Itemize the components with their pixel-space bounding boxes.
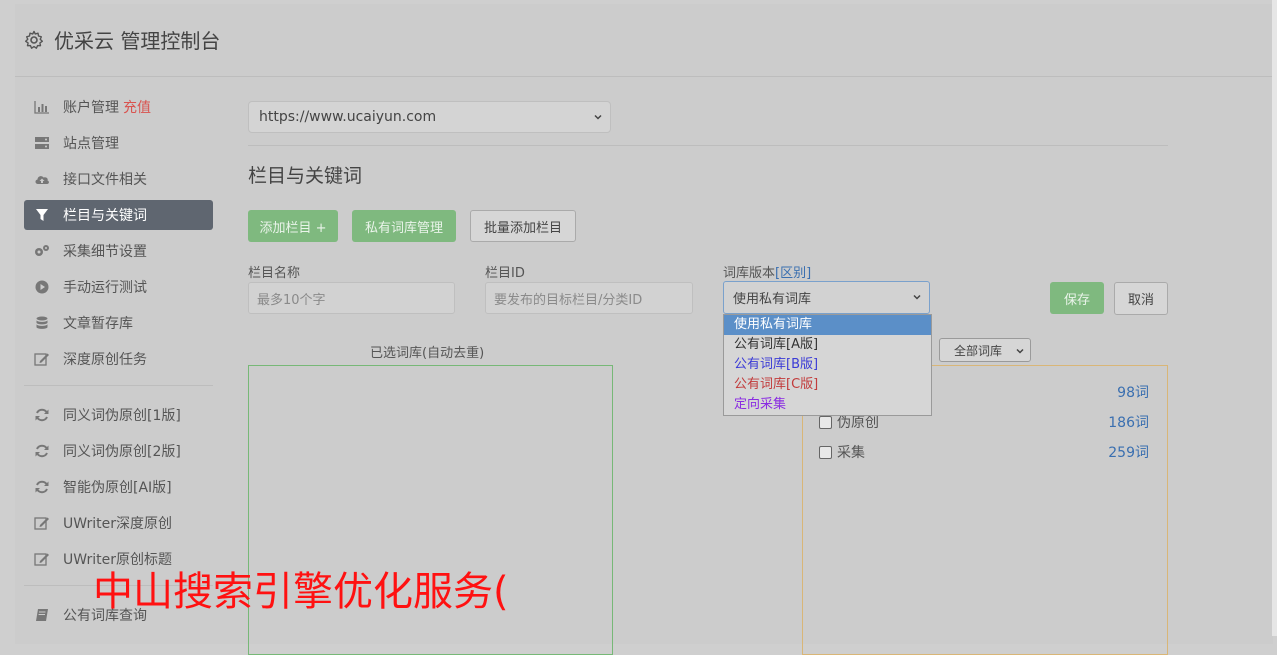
library-row-count: 259词 [1108, 445, 1149, 461]
sidebar-item-label: 采集细节设置 [63, 244, 147, 260]
library-checkbox[interactable] [819, 415, 832, 429]
site-select-value: https://www.ucaiyun.com [259, 109, 437, 125]
sidebar-item-article-store[interactable]: 文章暂存库 [24, 308, 213, 338]
recharge-link[interactable]: 充值 [123, 97, 151, 117]
sidebar-item-synonym-v1[interactable]: 同义词伪原创[1版] [24, 400, 213, 430]
dropdown-option-targeted[interactable]: 定向采集 [724, 395, 931, 415]
difference-link[interactable]: [区别] [775, 266, 811, 281]
divider [248, 145, 1168, 146]
cloud-upload-icon [34, 171, 50, 187]
app-title: 优采云 管理控制台 [54, 29, 221, 53]
site-select[interactable]: https://www.ucaiyun.com [248, 101, 611, 133]
sidebar-item-uwriter-deep[interactable]: UWriter深度原创 [24, 508, 213, 538]
dropdown-option-public-c[interactable]: 公有词库[C版] [724, 375, 931, 395]
library-row-count: 186词 [1108, 415, 1149, 431]
brand: 优采云 管理控制台 [24, 25, 220, 54]
sidebar-item-label: 同义词伪原创[1版] [63, 408, 181, 424]
server-icon [34, 135, 50, 151]
sidebar-item-label: 文章暂存库 [63, 316, 133, 332]
sidebar-item-interface[interactable]: 接口文件相关 [24, 164, 213, 194]
sidebar-item-sites[interactable]: 站点管理 [24, 128, 213, 158]
sidebar-item-collect-settings[interactable]: 采集细节设置 [24, 236, 213, 266]
sidebar-item-deep-original[interactable]: 深度原创任务 [24, 344, 213, 374]
refresh-icon [34, 479, 50, 495]
column-name-label: 栏目名称 [248, 266, 301, 281]
selected-library-label: 已选词库(自动去重) [370, 346, 485, 361]
filter-icon [34, 207, 50, 223]
save-button[interactable]: 保存 [1050, 282, 1104, 314]
sidebar-item-synonym-v2[interactable]: 同义词伪原创[2版] [24, 436, 213, 466]
sidebar-item-label: 手动运行测试 [63, 280, 147, 296]
sidebar-item-label: 账户管理 [63, 100, 119, 116]
sidebar-item-label: 栏目与关键词 [63, 208, 147, 224]
library-version-dropdown: 使用私有词库 公有词库[A版] 公有词库[B版] 公有词库[C版] 定向采集 [723, 314, 932, 416]
sidebar-item-account[interactable]: 账户管理 充值 [24, 92, 213, 122]
library-row-count: 98词 [1117, 385, 1149, 401]
library-filter-select[interactable]: 全部词库 [939, 338, 1031, 362]
watermark-text: 中山搜索引擎优化服务( [93, 569, 509, 615]
cancel-button[interactable]: 取消 [1114, 282, 1168, 315]
library-checkbox[interactable] [819, 445, 832, 459]
refresh-icon [34, 407, 50, 423]
gear-icon [25, 30, 43, 49]
dropdown-option-private[interactable]: 使用私有词库 [724, 315, 931, 335]
library-version-text: 词库版本 [723, 266, 776, 281]
edit-icon [34, 351, 50, 367]
sidebar-item-label: 深度原创任务 [63, 352, 147, 368]
sidebar-item-label: 站点管理 [63, 136, 119, 152]
library-version-select[interactable]: 使用私有词库 [723, 281, 930, 314]
library-row-label: 采集 [837, 445, 865, 461]
dropdown-option-public-a[interactable]: 公有词库[A版] [724, 335, 931, 355]
library-version-value: 使用私有词库 [733, 292, 812, 307]
edit-icon [34, 551, 50, 567]
sidebar-item-manual-run[interactable]: 手动运行测试 [24, 272, 213, 302]
chevron-down-icon [1016, 348, 1024, 354]
scrollbar[interactable] [1272, 0, 1277, 636]
refresh-icon [34, 443, 50, 459]
sidebar-item-label: 智能伪原创[AI版] [63, 480, 172, 496]
library-filter-value: 全部词库 [954, 343, 1003, 358]
sidebar-item-ai-rewrite[interactable]: 智能伪原创[AI版] [24, 472, 213, 502]
chevron-down-icon [594, 114, 602, 120]
library-row[interactable]: 采集 259词 [819, 442, 1149, 462]
sidebar: 账户管理 充值 站点管理 接口文件相关 栏目与关键词 采集细节设置 手动运行测试… [24, 92, 213, 636]
book-icon [34, 607, 50, 623]
sidebar-item-label: 同义词伪原创[2版] [63, 444, 181, 460]
section-title: 栏目与关键词 [248, 165, 363, 187]
header: 优采云 管理控制台 [15, 4, 1273, 77]
column-id-label: 栏目ID [485, 266, 525, 281]
chevron-down-icon [913, 294, 921, 300]
column-id-input[interactable]: 要发布的目标栏目/分类ID [485, 282, 693, 314]
add-column-button[interactable]: 添加栏目 + [248, 210, 338, 242]
batch-add-button[interactable]: 批量添加栏目 [470, 210, 576, 242]
database-icon [34, 315, 50, 331]
library-version-label: 词库版本[区别] [723, 262, 811, 281]
sidebar-item-label: UWriter深度原创 [63, 516, 172, 532]
sidebar-divider [24, 385, 213, 386]
gears-icon [34, 243, 50, 259]
sidebar-item-columns[interactable]: 栏目与关键词 [24, 200, 213, 230]
column-name-input[interactable]: 最多10个字 [248, 282, 455, 314]
sidebar-item-label: 接口文件相关 [63, 172, 147, 188]
private-library-button[interactable]: 私有词库管理 [352, 210, 456, 242]
dropdown-option-public-b[interactable]: 公有词库[B版] [724, 355, 931, 375]
edit-icon [34, 515, 50, 531]
bar-chart-icon [34, 99, 50, 115]
play-circle-icon [34, 279, 50, 295]
